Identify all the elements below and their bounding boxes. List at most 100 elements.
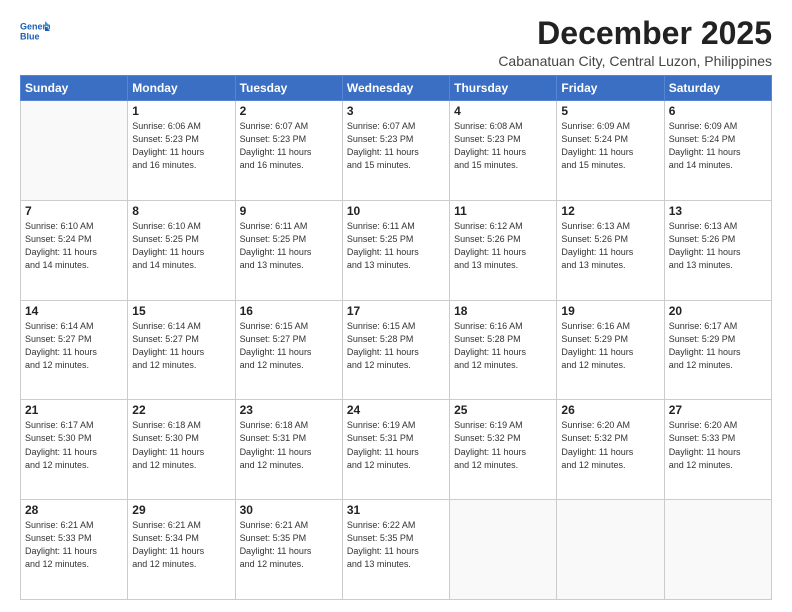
- day-info: Sunrise: 6:16 AM Sunset: 5:28 PM Dayligh…: [454, 320, 552, 372]
- weekday-header-monday: Monday: [128, 76, 235, 101]
- calendar-week-row: 7 Sunrise: 6:10 AM Sunset: 5:24 PM Daylig…: [21, 200, 772, 300]
- day-number: 5: [561, 104, 659, 118]
- calendar-body: 1Sunrise: 6:06 AM Sunset: 5:23 PM Daylig…: [21, 101, 772, 600]
- day-info: Sunrise: 6:10 AM Sunset: 5:24 PM Dayligh…: [25, 220, 123, 272]
- header: General Blue December 2025 Cabanatuan Ci…: [20, 16, 772, 69]
- calendar-cell: [450, 500, 557, 600]
- day-info: Sunrise: 6:12 AM Sunset: 5:26 PM Dayligh…: [454, 220, 552, 272]
- day-number: 18: [454, 304, 552, 318]
- calendar-cell: 9Sunrise: 6:11 AM Sunset: 5:25 PM Daylig…: [235, 200, 342, 300]
- page: General Blue December 2025 Cabanatuan Ci…: [0, 0, 792, 612]
- calendar-cell: 20Sunrise: 6:17 AM Sunset: 5:29 PM Dayli…: [664, 300, 771, 400]
- day-info: Sunrise: 6:14 AM Sunset: 5:27 PM Dayligh…: [132, 320, 230, 372]
- day-number: 1: [132, 104, 230, 118]
- calendar-table: SundayMondayTuesdayWednesdayThursdayFrid…: [20, 75, 772, 600]
- weekday-header-thursday: Thursday: [450, 76, 557, 101]
- day-number: 6: [669, 104, 767, 118]
- calendar-cell: 26 Sunrise: 6:20 AM Sunset: 5:32 PM Dayli…: [557, 400, 664, 500]
- calendar-cell: 15 Sunrise: 6:14 AM Sunset: 5:27 PM Dayli…: [128, 300, 235, 400]
- calendar-cell: 17 Sunrise: 6:15 AM Sunset: 5:28 PM Dayli…: [342, 300, 449, 400]
- day-info: Sunrise: 6:19 AM Sunset: 5:31 PM Dayligh…: [347, 419, 445, 471]
- svg-text:Blue: Blue: [20, 32, 40, 42]
- calendar-cell: 7 Sunrise: 6:10 AM Sunset: 5:24 PM Daylig…: [21, 200, 128, 300]
- calendar-cell: 16 Sunrise: 6:15 AM Sunset: 5:27 PM Dayli…: [235, 300, 342, 400]
- calendar-cell: 12Sunrise: 6:13 AM Sunset: 5:26 PM Dayli…: [557, 200, 664, 300]
- day-number: 7: [25, 204, 123, 218]
- calendar-cell: 13Sunrise: 6:13 AM Sunset: 5:26 PM Dayli…: [664, 200, 771, 300]
- calendar-cell: 31Sunrise: 6:22 AM Sunset: 5:35 PM Dayli…: [342, 500, 449, 600]
- day-number: 17: [347, 304, 445, 318]
- day-info: Sunrise: 6:21 AM Sunset: 5:35 PM Dayligh…: [240, 519, 338, 571]
- day-number: 22: [132, 403, 230, 417]
- day-info: Sunrise: 6:10 AM Sunset: 5:25 PM Dayligh…: [132, 220, 230, 272]
- calendar-cell: 8 Sunrise: 6:10 AM Sunset: 5:25 PM Daylig…: [128, 200, 235, 300]
- calendar-cell: [21, 101, 128, 201]
- calendar-week-row: 14 Sunrise: 6:14 AM Sunset: 5:27 PM Dayli…: [21, 300, 772, 400]
- calendar-cell: [664, 500, 771, 600]
- day-info: Sunrise: 6:16 AM Sunset: 5:29 PM Dayligh…: [561, 320, 659, 372]
- day-info: Sunrise: 6:19 AM Sunset: 5:32 PM Dayligh…: [454, 419, 552, 471]
- day-number: 12: [561, 204, 659, 218]
- day-number: 14: [25, 304, 123, 318]
- day-number: 10: [347, 204, 445, 218]
- day-number: 28: [25, 503, 123, 517]
- calendar-header: SundayMondayTuesdayWednesdayThursdayFrid…: [21, 76, 772, 101]
- day-info: Sunrise: 6:21 AM Sunset: 5:33 PM Dayligh…: [25, 519, 123, 571]
- day-number: 13: [669, 204, 767, 218]
- weekday-header-friday: Friday: [557, 76, 664, 101]
- day-number: 24: [347, 403, 445, 417]
- day-number: 23: [240, 403, 338, 417]
- day-info: Sunrise: 6:11 AM Sunset: 5:25 PM Dayligh…: [240, 220, 338, 272]
- day-info: Sunrise: 6:15 AM Sunset: 5:28 PM Dayligh…: [347, 320, 445, 372]
- day-number: 8: [132, 204, 230, 218]
- calendar-cell: 25Sunrise: 6:19 AM Sunset: 5:32 PM Dayli…: [450, 400, 557, 500]
- calendar-cell: 19Sunrise: 6:16 AM Sunset: 5:29 PM Dayli…: [557, 300, 664, 400]
- title-block: December 2025 Cabanatuan City, Central L…: [498, 16, 772, 69]
- calendar-cell: 2Sunrise: 6:07 AM Sunset: 5:23 PM Daylig…: [235, 101, 342, 201]
- day-number: 2: [240, 104, 338, 118]
- day-info: Sunrise: 6:20 AM Sunset: 5:32 PM Dayligh…: [561, 419, 659, 471]
- weekday-header-tuesday: Tuesday: [235, 76, 342, 101]
- calendar-cell: 4Sunrise: 6:08 AM Sunset: 5:23 PM Daylig…: [450, 101, 557, 201]
- day-number: 16: [240, 304, 338, 318]
- day-info: Sunrise: 6:17 AM Sunset: 5:30 PM Dayligh…: [25, 419, 123, 471]
- day-info: Sunrise: 6:18 AM Sunset: 5:30 PM Dayligh…: [132, 419, 230, 471]
- month-title: December 2025: [498, 16, 772, 51]
- calendar-cell: 29Sunrise: 6:21 AM Sunset: 5:34 PM Dayli…: [128, 500, 235, 600]
- day-number: 15: [132, 304, 230, 318]
- weekday-header-saturday: Saturday: [664, 76, 771, 101]
- calendar-week-row: 1Sunrise: 6:06 AM Sunset: 5:23 PM Daylig…: [21, 101, 772, 201]
- day-number: 11: [454, 204, 552, 218]
- calendar-cell: 22 Sunrise: 6:18 AM Sunset: 5:30 PM Dayli…: [128, 400, 235, 500]
- calendar-cell: 6 Sunrise: 6:09 AM Sunset: 5:24 PM Daylig…: [664, 101, 771, 201]
- calendar-week-row: 28 Sunrise: 6:21 AM Sunset: 5:33 PM Dayli…: [21, 500, 772, 600]
- logo-svg: General Blue: [20, 16, 50, 46]
- calendar-cell: 28 Sunrise: 6:21 AM Sunset: 5:33 PM Dayli…: [21, 500, 128, 600]
- calendar-cell: 5Sunrise: 6:09 AM Sunset: 5:24 PM Daylig…: [557, 101, 664, 201]
- day-number: 26: [561, 403, 659, 417]
- day-number: 4: [454, 104, 552, 118]
- weekday-header-row: SundayMondayTuesdayWednesdayThursdayFrid…: [21, 76, 772, 101]
- calendar-cell: 18 Sunrise: 6:16 AM Sunset: 5:28 PM Dayli…: [450, 300, 557, 400]
- day-number: 3: [347, 104, 445, 118]
- day-info: Sunrise: 6:21 AM Sunset: 5:34 PM Dayligh…: [132, 519, 230, 571]
- day-info: Sunrise: 6:20 AM Sunset: 5:33 PM Dayligh…: [669, 419, 767, 471]
- logo: General Blue: [20, 16, 50, 46]
- day-number: 21: [25, 403, 123, 417]
- day-number: 30: [240, 503, 338, 517]
- calendar-cell: 23 Sunrise: 6:18 AM Sunset: 5:31 PM Dayli…: [235, 400, 342, 500]
- location-subtitle: Cabanatuan City, Central Luzon, Philippi…: [498, 53, 772, 69]
- calendar-cell: 14Sunrise: 6:14 AM Sunset: 5:27 PM Dayli…: [21, 300, 128, 400]
- day-info: Sunrise: 6:11 AM Sunset: 5:25 PM Dayligh…: [347, 220, 445, 272]
- weekday-header-sunday: Sunday: [21, 76, 128, 101]
- calendar-cell: 10 Sunrise: 6:11 AM Sunset: 5:25 PM Dayli…: [342, 200, 449, 300]
- day-info: Sunrise: 6:15 AM Sunset: 5:27 PM Dayligh…: [240, 320, 338, 372]
- day-info: Sunrise: 6:09 AM Sunset: 5:24 PM Dayligh…: [669, 120, 767, 172]
- weekday-header-wednesday: Wednesday: [342, 76, 449, 101]
- calendar-cell: [557, 500, 664, 600]
- calendar-cell: 30 Sunrise: 6:21 AM Sunset: 5:35 PM Dayli…: [235, 500, 342, 600]
- day-number: 27: [669, 403, 767, 417]
- calendar-cell: 11 Sunrise: 6:12 AM Sunset: 5:26 PM Dayli…: [450, 200, 557, 300]
- day-info: Sunrise: 6:18 AM Sunset: 5:31 PM Dayligh…: [240, 419, 338, 471]
- day-info: Sunrise: 6:07 AM Sunset: 5:23 PM Dayligh…: [347, 120, 445, 172]
